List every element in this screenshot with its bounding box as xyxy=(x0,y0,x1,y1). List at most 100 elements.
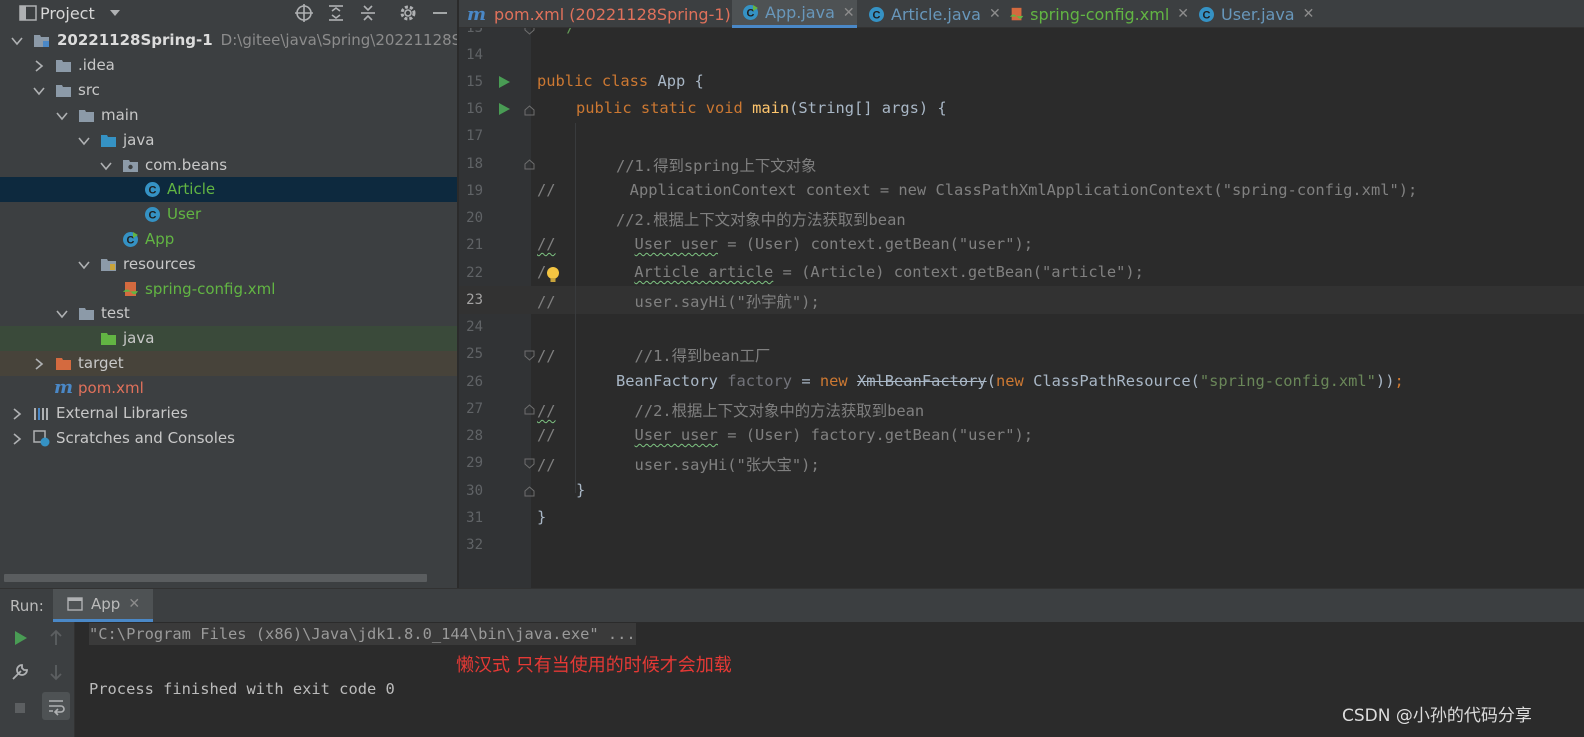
run-tab-app[interactable]: App ✕ xyxy=(53,589,153,622)
code-line-27: ////2.根据上下文对象中的方法获取到bean xyxy=(537,402,925,420)
tree-item-external-libraries[interactable]: External Libraries xyxy=(0,401,457,426)
code-line-28: //User user = (User) factory.getBean("us… xyxy=(537,426,1033,444)
tab-app-java[interactable]: C App.java ✕ xyxy=(732,0,857,28)
resources-folder-icon xyxy=(101,259,116,271)
arrow-up-icon[interactable] xyxy=(46,628,66,648)
horizontal-scrollbar[interactable] xyxy=(4,574,427,582)
run-class-icon[interactable] xyxy=(497,75,511,89)
fold-marker-icon[interactable] xyxy=(524,486,535,497)
chevron-down-icon[interactable] xyxy=(10,34,24,48)
fold-marker-icon[interactable] xyxy=(524,28,535,35)
code-line-25: ////1.得到bean工厂 xyxy=(537,347,771,365)
run-main-icon[interactable] xyxy=(497,102,511,116)
tree-item-test[interactable]: test xyxy=(0,301,457,326)
chevron-right-icon[interactable] xyxy=(10,432,24,446)
close-icon[interactable]: ✕ xyxy=(989,6,1001,22)
tree-item-target[interactable]: target xyxy=(0,351,457,376)
fold-marker-icon[interactable] xyxy=(524,458,535,469)
gear-icon[interactable] xyxy=(398,3,418,23)
code-line-22: / Article article = (Article) context.get… xyxy=(537,263,1144,281)
close-icon[interactable]: ✕ xyxy=(1303,6,1315,22)
package-icon xyxy=(123,160,138,172)
chevron-down-icon[interactable] xyxy=(99,159,113,173)
tab-label: pom.xml (20221128Spring-1) xyxy=(494,4,731,24)
tree-item-resources[interactable]: resources xyxy=(0,252,457,277)
chevron-right-icon[interactable] xyxy=(10,407,24,421)
run-tab-label: App xyxy=(91,595,121,613)
chevron-right-icon[interactable] xyxy=(32,59,46,73)
tree-item-label: resources xyxy=(123,255,196,273)
arrow-down-icon[interactable] xyxy=(46,662,66,682)
code-line-19: // ApplicationContext context = new Clas… xyxy=(537,181,1418,199)
tab-spring-config-xml[interactable]: spring-config.xml ✕ xyxy=(1009,0,1189,28)
tree-item-label: App xyxy=(145,230,175,248)
tree-item-app[interactable]: C App xyxy=(0,227,457,252)
console-command-line: "C:\Program Files (x86)\Java\jdk1.8.0_14… xyxy=(89,623,636,645)
chevron-down-icon[interactable] xyxy=(32,84,46,98)
tree-item-label: java xyxy=(123,329,155,347)
tree-item-idea[interactable]: .idea xyxy=(0,53,457,78)
project-panel-title[interactable]: Project xyxy=(40,4,95,23)
close-icon[interactable]: ✕ xyxy=(128,596,140,612)
project-path: D:\gitee\java\Spring\20221128Sprir xyxy=(220,31,457,49)
expand-all-icon[interactable] xyxy=(326,3,346,23)
minimize-icon[interactable] xyxy=(430,3,450,23)
project-window-icon xyxy=(19,5,37,21)
tree-item-label: User xyxy=(167,205,202,223)
source-folder-icon xyxy=(101,135,116,147)
tree-item-label: 20221128Spring-1 D:\gitee\java\Spring\202… xyxy=(57,31,457,49)
line-number: 31 xyxy=(466,510,483,526)
tree-item-project-root[interactable]: 20221128Spring-1 D:\gitee\java\Spring\202… xyxy=(0,28,457,53)
run-panel-header: Run: App ✕ xyxy=(0,589,1584,622)
locate-icon[interactable] xyxy=(294,3,314,23)
tab-pom-xml[interactable]: m pom.xml (20221128Spring-1) ✕ xyxy=(467,0,751,28)
tree-item-label: com.beans xyxy=(145,156,228,174)
rerun-icon[interactable] xyxy=(10,628,30,648)
line-number: 27 xyxy=(466,401,483,417)
tree-item-pom[interactable]: m pom.xml xyxy=(0,376,457,401)
tree-item-java[interactable]: java xyxy=(0,128,457,153)
tree-item-label: target xyxy=(78,354,124,372)
line-number: 22 xyxy=(466,265,483,281)
chevron-down-icon[interactable] xyxy=(77,134,91,148)
line-number: 16 xyxy=(466,101,483,117)
chevron-down-icon[interactable] xyxy=(108,6,122,20)
tree-item-test-java[interactable]: java xyxy=(0,326,457,351)
fold-marker-icon[interactable] xyxy=(524,404,535,415)
editor-tab-bar: m pom.xml (20221128Spring-1) ✕ C App.jav… xyxy=(459,0,1584,28)
lightbulb-icon[interactable] xyxy=(546,266,560,284)
java-class-icon: C xyxy=(743,5,758,20)
tree-item-label: src xyxy=(78,81,100,99)
wrench-icon[interactable] xyxy=(10,662,30,682)
fold-marker-icon[interactable] xyxy=(524,159,535,170)
chevron-right-icon[interactable] xyxy=(32,357,46,371)
maven-icon: m xyxy=(467,3,487,25)
chevron-down-icon[interactable] xyxy=(55,307,69,321)
tree-item-scratches[interactable]: Scratches and Consoles xyxy=(0,426,457,451)
svg-text:C: C xyxy=(149,210,157,222)
tree-item-spring-config[interactable]: spring-config.xml xyxy=(0,277,457,302)
code-editor[interactable]: 13 14 15 16 17 18 19 20 21 22 23 24 25 2… xyxy=(459,28,1584,588)
line-number: 32 xyxy=(466,537,483,553)
soft-wrap-button[interactable] xyxy=(42,692,70,720)
tree-item-com-beans[interactable]: com.beans xyxy=(0,153,457,178)
close-icon[interactable]: ✕ xyxy=(1177,6,1189,22)
close-icon[interactable]: ✕ xyxy=(843,5,855,21)
line-number: 15 xyxy=(466,74,483,90)
chevron-down-icon[interactable] xyxy=(55,109,69,123)
line-number: 14 xyxy=(466,47,483,63)
line-number: 21 xyxy=(466,237,483,253)
fold-marker-icon[interactable] xyxy=(524,105,535,116)
scratches-icon xyxy=(33,430,50,447)
stop-icon[interactable] xyxy=(10,698,30,718)
tree-item-article[interactable]: C Article xyxy=(0,177,457,202)
tree-item-main[interactable]: main xyxy=(0,103,457,128)
fold-marker-icon[interactable] xyxy=(524,350,535,361)
chevron-down-icon[interactable] xyxy=(77,258,91,272)
tree-item-src[interactable]: src xyxy=(0,78,457,103)
tab-user-java[interactable]: C User.java ✕ xyxy=(1198,0,1328,28)
collapse-all-icon[interactable] xyxy=(358,3,378,23)
tree-item-user[interactable]: C User xyxy=(0,202,457,227)
tree-item-label: main xyxy=(101,106,139,124)
tab-article-java[interactable]: C Article.java ✕ xyxy=(868,0,1003,28)
